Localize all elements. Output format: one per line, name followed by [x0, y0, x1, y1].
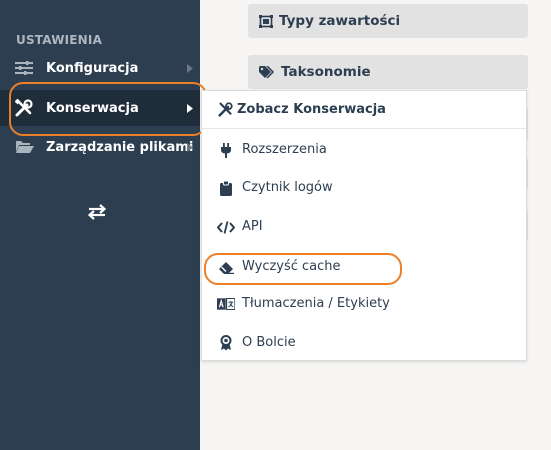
menu-item-czytnik-logow[interactable]: Czytnik logów	[202, 173, 526, 203]
code-icon	[217, 219, 235, 235]
highlight-wyczysc-cache	[204, 253, 402, 285]
highlight-konserwacja	[9, 82, 207, 136]
menu-item-tlumaczenia-etykiety[interactable]: Tłumaczenia / Etykiety	[202, 289, 526, 319]
sliders-icon	[12, 61, 36, 75]
menu-item-label: API	[242, 219, 263, 234]
plug-icon	[217, 142, 235, 158]
sidebar: USTAWIENIA Konfiguracja Konserwacja Zarz…	[0, 0, 200, 450]
content-bar-taksonomie[interactable]: Taksonomie	[248, 55, 528, 89]
konserwacja-dropdown-menu: Zobacz Konserwacja Rozszerzenia Czytnik …	[201, 90, 527, 361]
sidebar-section-heading: USTAWIENIA	[16, 33, 103, 47]
menu-item-label: Czytnik logów	[242, 180, 333, 195]
content-bar-label: Taksonomie	[281, 64, 371, 80]
tags-icon	[259, 65, 275, 79]
content-bar-label: Typy zawartości	[279, 13, 401, 29]
sidebar-item-label: Konfiguracja	[46, 60, 139, 76]
object-group-icon	[259, 14, 273, 28]
dropdown-header-label: Zobacz Konserwacja	[237, 102, 386, 117]
tools-icon	[218, 102, 233, 121]
language-icon	[217, 296, 235, 312]
sidebar-item-konfiguracja[interactable]: Konfiguracja	[0, 50, 200, 86]
sidebar-item-label: Zarządzanie plikami	[46, 139, 194, 155]
folder-open-icon	[12, 140, 36, 154]
menu-item-label: O Bolcie	[242, 335, 296, 350]
menu-item-rozszerzenia[interactable]: Rozszerzenia	[202, 135, 526, 165]
clipboard-icon	[217, 180, 235, 196]
content-bar-typy-zawartosci[interactable]: Typy zawartości	[248, 4, 528, 38]
menu-item-o-bolcie[interactable]: O Bolcie	[202, 328, 526, 358]
chevron-right-icon	[180, 142, 200, 152]
exchange-arrows-icon[interactable]	[86, 201, 108, 223]
menu-item-label: Rozszerzenia	[242, 142, 327, 157]
chevron-right-icon	[180, 63, 200, 73]
award-icon	[217, 335, 235, 351]
menu-item-label: Tłumaczenia / Etykiety	[242, 296, 390, 311]
dropdown-header[interactable]: Zobacz Konserwacja	[202, 91, 526, 129]
menu-item-api[interactable]: API	[202, 212, 526, 242]
